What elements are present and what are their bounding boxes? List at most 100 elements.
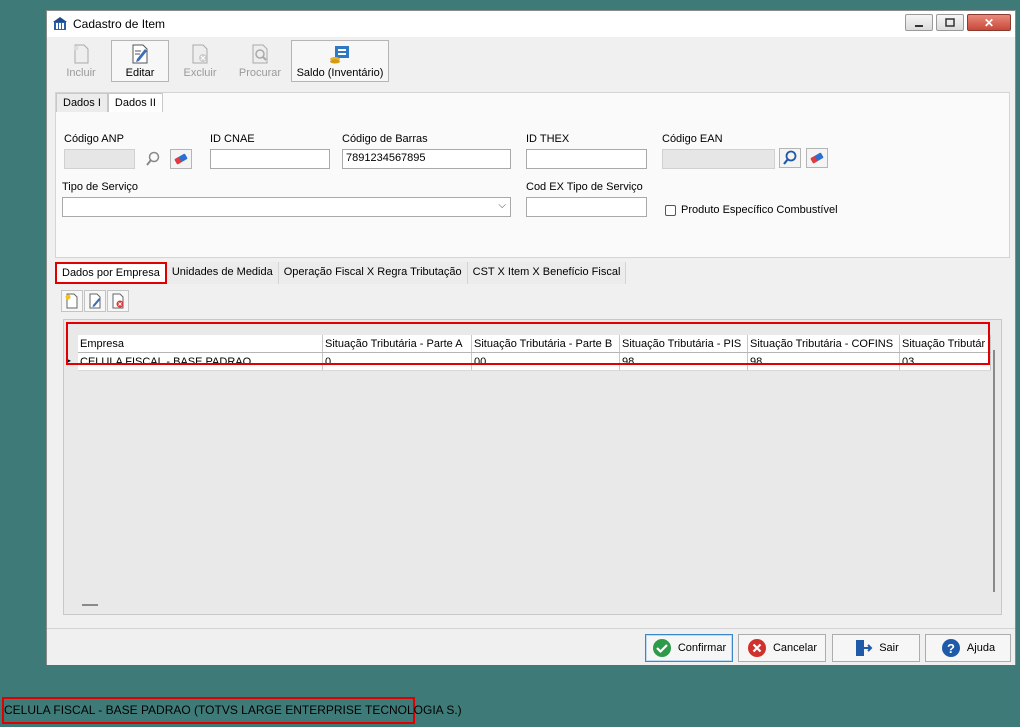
help-icon: ?: [941, 639, 960, 657]
grid-delete-button[interactable]: [107, 290, 129, 312]
excluir-button[interactable]: Excluir: [171, 40, 229, 82]
delete-document-icon: [112, 293, 124, 309]
tab-unidades-medida[interactable]: Unidades de Medida: [166, 262, 279, 284]
col-sit-trib[interactable]: Situação Tributár: [899, 335, 991, 353]
produto-combustivel-checkbox[interactable]: [665, 205, 676, 216]
dados-panel: Dados I Dados II Código ANP ID CNAE Códi…: [55, 92, 1010, 258]
edit-document-icon: [89, 293, 101, 309]
maximize-button[interactable]: [936, 14, 964, 31]
col-sit-cofins[interactable]: Situação Tributária - COFINS: [747, 335, 900, 353]
codigo-ean-label: Código EAN: [662, 133, 723, 145]
eraser-icon: [174, 153, 188, 165]
close-button[interactable]: ✕: [967, 14, 1011, 31]
codigo-barras-label: Código de Barras: [342, 133, 428, 145]
eraser-icon: [810, 152, 824, 164]
incluir-button[interactable]: Incluir: [53, 40, 109, 82]
empresa-table: Empresa Situação Tributária - Parte A Si…: [78, 335, 991, 371]
confirmar-button[interactable]: Confirmar: [645, 634, 733, 662]
cell-empresa[interactable]: CELULA FISCAL - BASE PADRAO: [78, 352, 323, 371]
search-document-icon: [252, 44, 268, 64]
anp-search-button[interactable]: [142, 149, 164, 169]
id-thex-field[interactable]: [526, 149, 647, 169]
col-empresa[interactable]: Empresa: [78, 335, 323, 353]
empresa-panel: Dados por Empresa Unidades de Medida Ope…: [55, 262, 1010, 615]
cancelar-button[interactable]: Cancelar: [738, 634, 826, 662]
cell-sit-trib[interactable]: 03: [899, 352, 991, 371]
grid-add-button[interactable]: [61, 290, 83, 312]
window-title: Cadastro de Item: [73, 17, 166, 31]
tipo-servico-label: Tipo de Serviço: [62, 181, 139, 193]
horizontal-scrollbar[interactable]: [82, 604, 98, 606]
cell-sit-parte-a[interactable]: 0: [322, 352, 472, 371]
tab-cst-item-beneficio[interactable]: CST X Item X Benefício Fiscal: [467, 262, 627, 284]
codigo-barras-field[interactable]: 7891234567895: [342, 149, 511, 169]
empresa-grid[interactable]: ▸ Empresa Situação Tributária - Parte A …: [63, 319, 1002, 615]
tipo-servico-combobox[interactable]: ⌵: [62, 197, 511, 217]
sair-button[interactable]: Sair: [832, 634, 920, 662]
saldo-label: Saldo (Inventário): [296, 67, 384, 79]
ajuda-button[interactable]: ? Ajuda: [925, 634, 1011, 662]
codigo-ean-field[interactable]: [662, 149, 775, 169]
cod-ex-label: Cod EX Tipo de Serviço: [526, 181, 643, 193]
search-icon: [783, 150, 797, 165]
procurar-label: Procurar: [238, 67, 282, 79]
editar-button[interactable]: Editar: [111, 40, 169, 82]
row-indicator-icon: ▸: [67, 356, 72, 365]
main-toolbar: Incluir Editar Excluir Procurar Saldo (I…: [53, 40, 389, 82]
col-sit-parte-b[interactable]: Situação Tributária - Parte B: [471, 335, 620, 353]
new-document-icon: [73, 44, 89, 64]
cell-sit-parte-b[interactable]: 00: [471, 352, 620, 371]
chevron-down-icon: ⌵: [498, 200, 506, 211]
check-icon: [652, 639, 671, 657]
sair-label: Sair: [879, 642, 899, 654]
tab-operacao-fiscal[interactable]: Operação Fiscal X Regra Tributação: [278, 262, 468, 284]
maximize-icon: [945, 17, 955, 27]
anp-clear-button[interactable]: [170, 149, 192, 169]
col-sit-pis[interactable]: Situação Tributária - PIS: [619, 335, 748, 353]
bottom-tabs: Dados por Empresa Unidades de Medida Ope…: [55, 262, 627, 284]
app-icon: [53, 17, 67, 30]
col-sit-parte-a[interactable]: Situação Tributária - Parte A: [322, 335, 472, 353]
tab-dados-ii[interactable]: Dados II: [107, 93, 163, 112]
excluir-label: Excluir: [183, 67, 217, 79]
title-bar[interactable]: Cadastro de Item ✕: [47, 11, 1015, 37]
edit-document-icon: [132, 44, 148, 64]
vertical-scrollbar[interactable]: [993, 350, 995, 592]
editar-label: Editar: [125, 67, 155, 79]
close-icon: ✕: [983, 15, 995, 30]
id-cnae-field[interactable]: [210, 149, 330, 169]
cod-ex-field[interactable]: [526, 197, 647, 217]
delete-document-icon: [192, 44, 208, 64]
codigo-anp-field[interactable]: [64, 149, 135, 169]
minimize-icon: [915, 24, 923, 27]
id-thex-label: ID THEX: [526, 133, 570, 145]
footer-bar: Confirmar Cancelar Sair ? Ajuda: [47, 628, 1015, 665]
search-icon: [146, 151, 160, 166]
grid-edit-button[interactable]: [84, 290, 106, 312]
ean-clear-button[interactable]: [806, 148, 828, 168]
saldo-inventario-button[interactable]: Saldo (Inventário): [291, 40, 389, 82]
top-tabs: Dados I Dados II: [56, 93, 163, 112]
produto-combustivel-label: Produto Específico Combustível: [681, 204, 838, 216]
status-text: CELULA FISCAL - BASE PADRAO (TOTVS LARGE…: [4, 703, 462, 717]
grid-header-row: Empresa Situação Tributária - Parte A Si…: [78, 335, 991, 353]
svg-text:?: ?: [947, 641, 955, 656]
minimize-button[interactable]: [905, 14, 933, 31]
exit-door-icon: [856, 640, 873, 656]
tab-dados-por-empresa[interactable]: Dados por Empresa: [55, 262, 167, 284]
cell-sit-cofins[interactable]: 98: [747, 352, 900, 371]
grid-toolbar: [61, 290, 129, 312]
confirmar-label: Confirmar: [677, 642, 727, 654]
ean-search-button[interactable]: [779, 148, 801, 168]
inventory-icon: [330, 46, 349, 64]
table-row[interactable]: CELULA FISCAL - BASE PADRAO 0 00 98 98 0…: [78, 352, 991, 371]
incluir-label: Incluir: [66, 67, 96, 79]
cadastro-item-window: Cadastro de Item ✕ Incluir Editar Exclui…: [46, 10, 1016, 665]
codigo-anp-label: Código ANP: [64, 133, 124, 145]
cancelar-label: Cancelar: [772, 642, 818, 654]
cell-sit-pis[interactable]: 98: [619, 352, 748, 371]
ajuda-label: Ajuda: [966, 642, 996, 654]
tab-dados-i[interactable]: Dados I: [56, 93, 108, 112]
add-document-icon: [65, 293, 78, 309]
procurar-button[interactable]: Procurar: [231, 40, 289, 82]
